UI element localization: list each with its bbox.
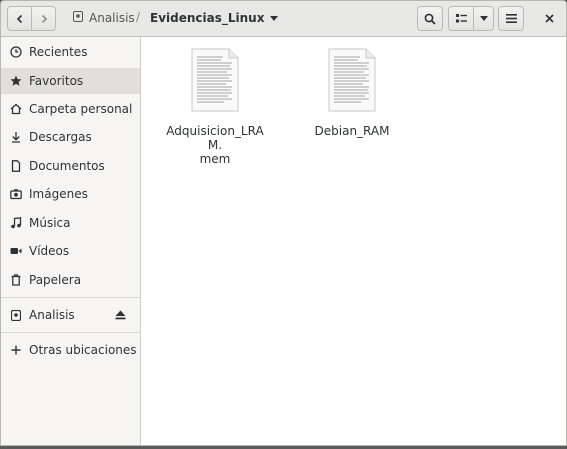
download-icon bbox=[10, 131, 22, 143]
sidebar-item-label: Recientes bbox=[29, 45, 88, 59]
music-icon bbox=[10, 217, 22, 229]
sidebar-item-label: Favoritos bbox=[29, 74, 84, 88]
chevron-right-icon bbox=[39, 14, 49, 24]
sidebar-item-descargas[interactable]: Descargas bbox=[1, 124, 140, 150]
caret-down-icon bbox=[270, 11, 279, 25]
hamburger-icon bbox=[505, 14, 517, 23]
text-document-icon bbox=[328, 48, 376, 115]
sidebar-item-label: Imágenes bbox=[29, 187, 88, 201]
sidebar-item-otras-ubicaciones[interactable]: Otras ubicaciones bbox=[1, 337, 140, 363]
drive-icon bbox=[73, 11, 83, 25]
sidebar-item-recientes[interactable]: Recientes bbox=[1, 39, 140, 65]
back-button[interactable] bbox=[7, 6, 32, 31]
search-icon bbox=[424, 13, 436, 25]
file-manager-window: Analisis / Evidencias_Linux Recientes Fa… bbox=[0, 0, 567, 446]
file-item-debian-ram[interactable]: Debian_RAM bbox=[297, 48, 407, 138]
eject-icon[interactable] bbox=[115, 309, 126, 323]
file-name: Debian_RAM bbox=[314, 124, 390, 138]
document-icon bbox=[10, 160, 22, 172]
breadcrumb-root-label: Analisis bbox=[89, 11, 135, 25]
close-button[interactable] bbox=[538, 8, 560, 30]
breadcrumb-current-label: Evidencias_Linux bbox=[150, 11, 265, 25]
headerbar: Analisis / Evidencias_Linux bbox=[1, 1, 566, 37]
view-options-button[interactable] bbox=[473, 6, 494, 31]
sidebar-item-label: Documentos bbox=[29, 159, 105, 173]
sidebar-item-label: Descargas bbox=[29, 130, 92, 144]
sidebar-item-musica[interactable]: Música bbox=[1, 210, 140, 236]
drive-icon bbox=[10, 309, 22, 321]
view-mode-button[interactable] bbox=[448, 6, 474, 31]
file-view[interactable]: Adquisicion_LRAM. mem Debian_RAM bbox=[142, 37, 566, 445]
breadcrumb-current[interactable]: Evidencias_Linux bbox=[150, 11, 279, 25]
close-icon bbox=[544, 12, 554, 26]
sidebar-item-carpeta-personal[interactable]: Carpeta personal bbox=[1, 96, 140, 122]
file-name-line: mem bbox=[199, 152, 231, 166]
sidebar-item-videos[interactable]: Vídeos bbox=[1, 238, 140, 264]
star-icon bbox=[10, 75, 22, 87]
main-menu-button[interactable] bbox=[498, 6, 524, 31]
file-item-adquisicion[interactable]: Adquisicion_LRAM. mem bbox=[160, 48, 270, 166]
sidebar-item-imagenes[interactable]: Imágenes bbox=[1, 181, 140, 207]
video-icon bbox=[10, 245, 22, 257]
breadcrumb-separator: / bbox=[136, 10, 141, 24]
sidebar-item-label: Analisis bbox=[29, 308, 75, 322]
home-icon bbox=[10, 103, 22, 115]
sidebar-item-label: Vídeos bbox=[29, 244, 70, 258]
sidebar-item-label: Papelera bbox=[29, 273, 82, 287]
plus-icon bbox=[10, 344, 22, 356]
sidebar-item-label: Carpeta personal bbox=[29, 102, 133, 116]
grid-view-icon bbox=[455, 14, 467, 23]
forward-button[interactable] bbox=[31, 6, 56, 31]
camera-icon bbox=[10, 188, 22, 200]
clock-icon bbox=[10, 46, 22, 58]
sidebar-item-label: Música bbox=[29, 216, 71, 230]
sidebar-item-favoritos[interactable]: Favoritos bbox=[1, 68, 140, 94]
file-name: Adquisicion_LRAM. mem bbox=[160, 124, 270, 166]
breadcrumb-root[interactable]: Analisis bbox=[73, 11, 135, 25]
sidebar: Recientes Favoritos Carpeta personal Des… bbox=[1, 37, 141, 445]
sidebar-item-papelera[interactable]: Papelera bbox=[1, 267, 140, 293]
sidebar-divider bbox=[1, 332, 140, 333]
file-name-line: Adquisicion_LRAM. bbox=[166, 124, 264, 152]
chevron-left-icon bbox=[15, 14, 25, 24]
trash-icon bbox=[10, 274, 22, 286]
sidebar-divider bbox=[1, 297, 140, 298]
sidebar-item-analisis-drive[interactable]: Analisis bbox=[1, 302, 140, 328]
sidebar-item-label: Otras ubicaciones bbox=[29, 343, 137, 357]
caret-down-icon bbox=[479, 16, 488, 21]
text-document-icon bbox=[191, 48, 239, 115]
search-button[interactable] bbox=[417, 6, 443, 31]
sidebar-item-documentos[interactable]: Documentos bbox=[1, 153, 140, 179]
